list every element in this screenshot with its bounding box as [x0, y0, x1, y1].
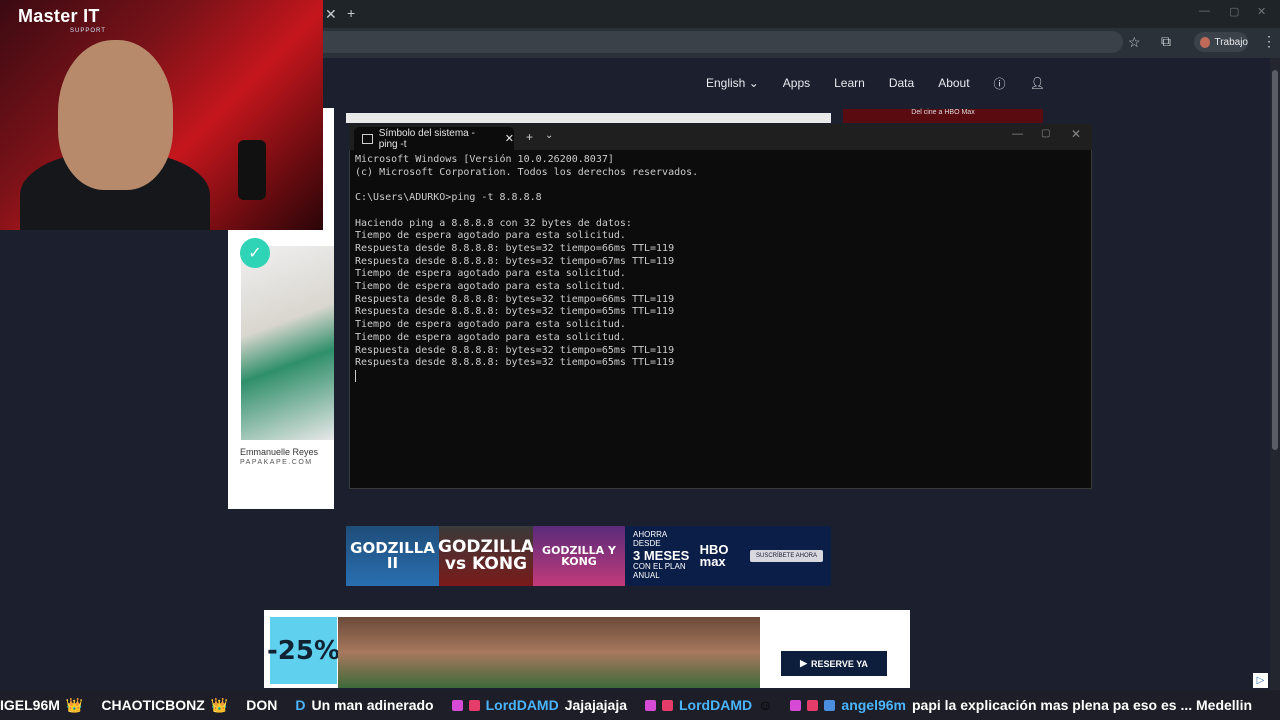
- ad-image: [241, 246, 334, 440]
- terminal-cursor: [355, 370, 356, 382]
- webcam-overlay: [0, 0, 323, 230]
- stream-logo: Master IT: [18, 6, 100, 26]
- close-tab-icon[interactable]: ✕: [325, 6, 337, 23]
- ad-photo: [338, 617, 760, 688]
- ad-banner-top-right[interactable]: Del cine a HBO Max: [843, 109, 1043, 123]
- badge-icon: [824, 699, 836, 711]
- menu-kebab-icon[interactable]: ⋮: [1262, 33, 1276, 50]
- emote-icon: ☺: [758, 697, 773, 713]
- ad-author-name: Emmanuelle Reyes: [240, 447, 319, 457]
- poster-godzilla-y-kong: GODZILLA Y KONG: [533, 526, 625, 586]
- extensions-icon[interactable]: ⧉: [1161, 33, 1171, 50]
- help-icon[interactable]: ⓘ: [994, 75, 1006, 92]
- play-icon: ▶: [800, 658, 808, 668]
- user-icon[interactable]: 👤︎: [1030, 76, 1045, 90]
- ticker-item: D Un man adinerado: [295, 697, 434, 713]
- maximize-icon[interactable]: ▢: [1041, 128, 1050, 139]
- badge-icon: [468, 699, 480, 711]
- ad-site-link[interactable]: PAPAKAPE.COM: [240, 459, 313, 466]
- avatar: [1200, 36, 1211, 48]
- subscribe-button[interactable]: SUSCRÍBETE AHORA: [749, 550, 823, 562]
- nav-learn[interactable]: Learn: [834, 76, 865, 90]
- ad-banner-top[interactable]: [346, 113, 831, 123]
- profile-button[interactable]: Trabajo: [1194, 32, 1248, 52]
- streamer-face: [58, 40, 173, 190]
- language-selector[interactable]: English ⌄: [706, 76, 759, 90]
- discount-badge: -25%: [267, 617, 340, 684]
- terminal-tab-title: Símbolo del sistema - ping -t: [378, 127, 475, 150]
- address-bar[interactable]: [323, 31, 1123, 53]
- site-nav: English ⌄ Apps Learn Data About ⓘ 👤︎: [706, 74, 1045, 92]
- scrollbar-thumb[interactable]: [1272, 70, 1278, 450]
- minimize-icon[interactable]: —: [1012, 128, 1023, 140]
- stream-logo-sub: SUPPORT: [70, 28, 106, 34]
- poster-godzilla-vs-kong: GODZILLA vs KONG: [438, 526, 534, 586]
- badge-icon: [645, 699, 656, 711]
- reserve-button[interactable]: ▶ RESERVE YA: [781, 651, 887, 676]
- terminal-output[interactable]: Microsoft Windows [Versión 10.0.26200.80…: [355, 154, 1085, 370]
- bookmark-star-icon[interactable]: ☆: [1128, 34, 1141, 51]
- left-ad[interactable]: ✓: [228, 230, 334, 509]
- browser-tab-strip: ✕ + — ▢ ✕: [323, 0, 1280, 28]
- microphone: [238, 140, 266, 200]
- left-ad-strip: [323, 108, 334, 230]
- hbo-max-logo: HBO max: [699, 542, 729, 569]
- ticker-item: LordDAMD ☺: [645, 697, 772, 713]
- close-window-icon[interactable]: ✕: [1257, 5, 1266, 18]
- badge-icon: [807, 699, 819, 711]
- terminal-icon: [362, 133, 373, 144]
- hbo-ad-banner[interactable]: GODZILLA II GODZILLA vs KONG GODZILLA Y …: [346, 526, 831, 586]
- ticker-item: IGEL96M 👑: [0, 696, 84, 714]
- hbo-offer: AHORRA DESDE 3 MESES CON EL PLAN ANUAL H…: [625, 526, 831, 586]
- crown-icon: 👑: [210, 696, 229, 713]
- crown-icon: 👑: [65, 696, 84, 713]
- close-window-icon[interactable]: ✕: [1071, 127, 1081, 141]
- minimize-icon[interactable]: —: [1199, 5, 1210, 17]
- chevron-down-icon[interactable]: ⌄: [545, 130, 553, 141]
- terminal-tab[interactable]: Símbolo del sistema - ping -t ✕: [354, 127, 514, 150]
- chevron-down-icon: ⌄: [748, 76, 759, 90]
- ticker-item: angel96m papi la explicación mas plena pa…: [790, 697, 1252, 713]
- nav-apps[interactable]: Apps: [783, 76, 810, 90]
- chat-ticker: IGEL96M 👑 CHAOTICBONZ 👑 DON D Un man adin…: [0, 690, 1280, 720]
- shield-check-icon: ✓: [240, 238, 270, 268]
- nav-data[interactable]: Data: [889, 76, 914, 90]
- close-icon[interactable]: ✕: [505, 132, 514, 145]
- adchoices-icon[interactable]: ▷: [1253, 673, 1268, 688]
- ticker-item: CHAOTICBONZ 👑: [101, 696, 229, 714]
- badge-icon: [790, 699, 802, 711]
- ticker-item: LordDAMD Jajajajaja: [451, 697, 627, 713]
- profile-label: Trabajo: [1214, 36, 1248, 48]
- ticker-item: DON: [246, 697, 278, 713]
- maximize-icon[interactable]: ▢: [1229, 5, 1239, 18]
- nav-about[interactable]: About: [938, 76, 969, 90]
- new-terminal-tab-icon[interactable]: +: [526, 130, 533, 144]
- new-tab-icon[interactable]: +: [347, 5, 355, 21]
- poster-godzilla-2: GODZILLA II: [346, 526, 439, 586]
- badge-icon: [662, 699, 673, 711]
- badge-icon: [451, 699, 463, 711]
